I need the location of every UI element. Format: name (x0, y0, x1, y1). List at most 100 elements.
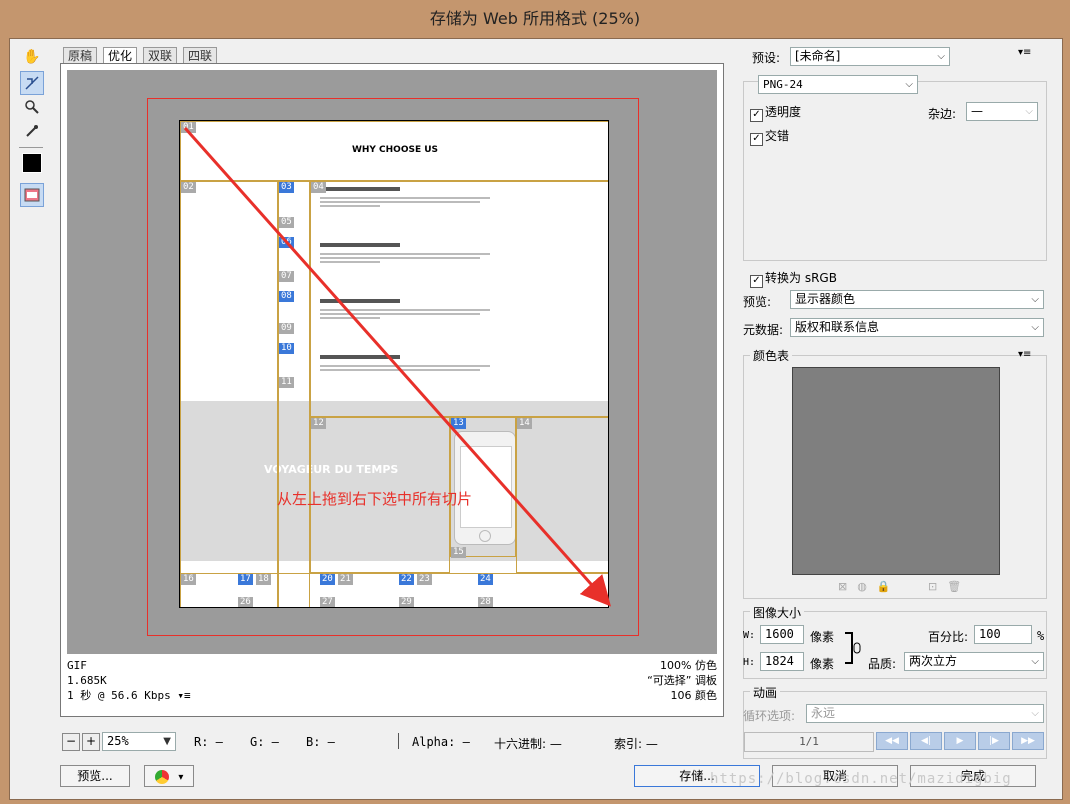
dialog-body: ✋ 原稿 优化 双联 四联 WHY CHOOSE US VOYAGEUR DU … (9, 38, 1063, 800)
first-frame-icon[interactable]: ◀◀ (876, 732, 908, 750)
color-table-menu-icon[interactable]: ▾≡ (1018, 349, 1031, 360)
percent-input[interactable]: 100 (974, 625, 1032, 644)
watermark: https://blog.csdn.net/mazidigbig (710, 771, 1012, 787)
transparency-checkbox[interactable]: ✓ 透明度 (750, 103, 801, 122)
loop-label: 循环选项: (743, 709, 796, 723)
canvas-area[interactable]: WHY CHOOSE US VOYAGEUR DU TEMPS 01 02 03… (67, 70, 717, 654)
quality-label: 品质: (868, 657, 897, 671)
color-table-toolbar: ⊠◍🔒 ⊡🗑 (838, 580, 971, 593)
preview-setting-value: 显示器颜色 (795, 292, 856, 306)
format-select[interactable]: PNG-24 ⌵ (758, 75, 918, 94)
format-value: PNG-24 (763, 78, 803, 91)
quality-value: 两次立方 (909, 654, 958, 668)
tab-4up[interactable]: 四联 (183, 47, 218, 64)
quality-select[interactable]: 两次立方 ⌵ (904, 652, 1044, 671)
info-palette: “可选择” 调板 (647, 674, 717, 687)
info-size: 1.685K (67, 674, 107, 687)
width-input[interactable]: 1600 (760, 625, 804, 644)
toggle-slices-visibility-icon[interactable] (20, 183, 44, 207)
readout-b: B: — (306, 735, 335, 749)
readout-hex: 十六进制: — (494, 737, 562, 751)
status-divider (398, 733, 399, 749)
drag-arrow-annotation (183, 127, 611, 607)
preview-setting-select[interactable]: 显示器颜色 ⌵ (790, 290, 1044, 309)
metadata-select[interactable]: 版权和联系信息 ⌵ (790, 318, 1044, 337)
interlaced-label: 交错 (765, 129, 790, 143)
eyedropper-tool-icon[interactable] (20, 119, 44, 143)
swatch-black (22, 153, 42, 173)
new-color-icon[interactable]: ⊡ (928, 580, 947, 593)
speed-menu-icon[interactable]: ▾≡ (177, 689, 190, 702)
chevron-down-icon: ⌵ (905, 79, 913, 90)
slices-glyph (24, 188, 40, 202)
preset-select[interactable]: [未命名] ⌵ (790, 47, 950, 66)
width-unit: 像素 (810, 630, 835, 644)
prev-frame-icon[interactable]: ◀| (910, 732, 942, 750)
color-table-swatch-area[interactable] (792, 367, 1000, 575)
playback-controls: ◀◀ ◀| ▶ |▶ ▶▶ (876, 732, 1044, 750)
preset-value: [未命名] (795, 49, 841, 63)
trash-icon[interactable]: 🗑 (947, 580, 971, 593)
convert-srgb-checkbox[interactable]: ✓ 转换为 sRGB (750, 269, 837, 288)
height-label: H: (743, 657, 756, 668)
preview-pane: WHY CHOOSE US VOYAGEUR DU TEMPS 01 02 03… (60, 63, 724, 717)
play-icon[interactable]: ▶ (944, 732, 976, 750)
matte-select[interactable]: — ⌵ (966, 102, 1038, 121)
annotation-text: 从左上拖到右下选中所有切片 (277, 490, 473, 508)
preview-setting-label: 预览: (743, 295, 772, 309)
transparency-label: 透明度 (765, 105, 802, 119)
zoom-value: 25% (107, 734, 129, 748)
eyedropper-glyph (26, 125, 38, 137)
eyedropper-color-swatch[interactable] (20, 151, 44, 175)
optimization-info-left: GIF 1.685K 1 秒 @ 56.6 Kbps ▾≡ (67, 658, 191, 703)
tab-2up[interactable]: 双联 (143, 47, 178, 64)
tab-original[interactable]: 原稿 (63, 47, 98, 64)
info-colors: 106 颜色 (670, 689, 718, 702)
window-title: 存储为 Web 所用格式 (25%) (0, 0, 1070, 38)
chevron-down-icon: ⌵ (1031, 708, 1039, 719)
chevron-down-icon: ⌵ (1031, 322, 1039, 333)
image-size-title: 图像大小 (750, 604, 805, 621)
matte-label: 杂边: (928, 107, 957, 121)
height-unit: 像素 (810, 657, 835, 671)
optimization-info-right: 100% 仿色 “可选择” 调板 106 颜色 (647, 658, 717, 703)
slice-select-tool-icon[interactable] (20, 71, 44, 95)
slice-select-glyph (25, 76, 39, 90)
zoom-in-button[interactable]: + (82, 733, 100, 751)
readout-index: 索引: — (614, 737, 658, 751)
browser-preview-button[interactable]: ▾ (144, 765, 194, 787)
chevron-down-icon: ▾ (178, 772, 184, 783)
chevron-down-icon: ⌵ (1031, 294, 1039, 305)
interlaced-checkbox[interactable]: ✓ 交错 (750, 127, 789, 146)
chevron-down-icon: ▼ (163, 736, 171, 747)
tab-optimized[interactable]: 优化 (103, 47, 138, 64)
map-transparent-icon[interactable]: ⊠ (838, 580, 857, 593)
preview-button[interactable]: 预览... (60, 765, 130, 787)
percent-unit: % (1037, 629, 1045, 643)
hand-tool-icon[interactable]: ✋ (20, 45, 44, 69)
zoom-select[interactable]: 25% ▼ (102, 732, 176, 751)
browser-icon (154, 769, 169, 784)
animation-title: 动画 (750, 684, 781, 701)
zoom-out-button[interactable]: − (62, 733, 80, 751)
loop-select[interactable]: 永远 ⌵ (806, 704, 1044, 723)
percent-label: 百分比: (928, 630, 969, 644)
checkmark-icon: ✓ (750, 133, 763, 146)
metadata-value: 版权和联系信息 (795, 320, 880, 334)
last-frame-icon[interactable]: ▶▶ (1012, 732, 1044, 750)
next-frame-icon[interactable]: |▶ (978, 732, 1010, 750)
info-speed: 1 秒 @ 56.6 Kbps (67, 689, 171, 702)
preset-menu-icon[interactable]: ▾≡ (1018, 47, 1031, 58)
web-snap-icon[interactable]: ◍ (857, 580, 877, 593)
metadata-label: 元数据: (743, 323, 784, 337)
magnifier-glyph (25, 100, 39, 114)
height-input[interactable]: 1824 (760, 652, 804, 671)
loop-value: 永远 (811, 706, 836, 720)
constrain-proportions-link-icon[interactable] (844, 631, 862, 665)
zoom-tool-icon[interactable] (20, 95, 44, 119)
readout-alpha: Alpha: — (412, 735, 470, 749)
frame-counter: 1/1 (744, 732, 874, 752)
chevron-down-icon: ⌵ (937, 51, 945, 62)
lock-icon[interactable]: 🔒 (877, 580, 901, 593)
color-table-title: 颜色表 (750, 347, 793, 364)
